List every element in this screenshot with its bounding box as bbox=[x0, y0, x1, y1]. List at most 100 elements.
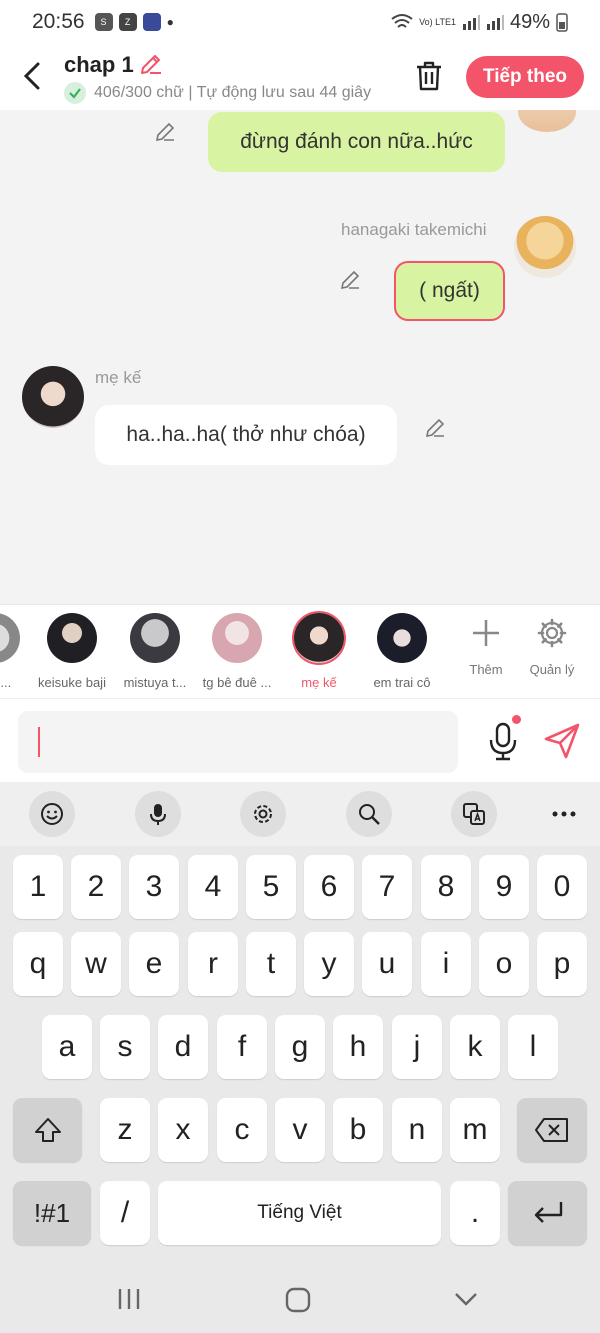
key-4[interactable]: 4 bbox=[188, 855, 238, 919]
recent-apps-icon[interactable] bbox=[116, 1287, 142, 1311]
microphone-icon[interactable] bbox=[486, 721, 520, 761]
speaker-name: mẹ kế bbox=[95, 368, 142, 387]
character-avatar bbox=[377, 613, 427, 663]
send-icon[interactable] bbox=[542, 721, 582, 761]
key-0[interactable]: 0 bbox=[537, 855, 587, 919]
key-period[interactable]: . bbox=[450, 1181, 500, 1245]
key-b[interactable]: b bbox=[333, 1098, 383, 1162]
add-label: Thêm bbox=[469, 662, 503, 677]
key-5[interactable]: 5 bbox=[246, 855, 296, 919]
key-2[interactable]: 2 bbox=[71, 855, 121, 919]
key-8[interactable]: 8 bbox=[421, 855, 471, 919]
key-e[interactable]: e bbox=[129, 932, 179, 996]
keyboard: 1 2 3 4 5 6 7 8 9 0 q w e r t y u i o p … bbox=[0, 782, 600, 1333]
key-i[interactable]: i bbox=[421, 932, 471, 996]
edit-message-icon[interactable] bbox=[153, 120, 177, 144]
key-t[interactable]: t bbox=[246, 932, 296, 996]
key-d[interactable]: d bbox=[158, 1015, 208, 1079]
gear-icon bbox=[537, 618, 567, 648]
message-input[interactable] bbox=[18, 711, 458, 773]
shift-key[interactable] bbox=[13, 1098, 82, 1162]
keyboard-settings-icon[interactable] bbox=[240, 791, 286, 837]
key-3[interactable]: 3 bbox=[129, 855, 179, 919]
search-icon[interactable] bbox=[346, 791, 392, 837]
key-u[interactable]: u bbox=[362, 932, 412, 996]
translate-icon[interactable] bbox=[451, 791, 497, 837]
message-bubble[interactable]: đừng đánh con nữa..hức bbox=[208, 112, 505, 172]
key-c[interactable]: c bbox=[217, 1098, 267, 1162]
character-selector: ...o ... keisuke baji mistuya t... tg bê… bbox=[0, 604, 600, 698]
enter-key[interactable] bbox=[508, 1181, 587, 1245]
key-6[interactable]: 6 bbox=[304, 855, 354, 919]
character-item[interactable]: em trai cô bbox=[362, 613, 442, 690]
emoji-icon[interactable] bbox=[29, 791, 75, 837]
character-name: mẹ kế bbox=[301, 675, 337, 690]
key-k[interactable]: k bbox=[450, 1015, 500, 1079]
trash-icon[interactable] bbox=[414, 60, 444, 92]
character-item-selected[interactable]: mẹ kế bbox=[279, 613, 359, 690]
manage-characters-button[interactable]: Quản lý bbox=[517, 617, 587, 677]
key-f[interactable]: f bbox=[217, 1015, 267, 1079]
key-7[interactable]: 7 bbox=[362, 855, 412, 919]
message-bubble[interactable]: ha..ha..ha( thở như chóa) bbox=[95, 405, 397, 465]
key-h[interactable]: h bbox=[333, 1015, 383, 1079]
key-o[interactable]: o bbox=[479, 932, 529, 996]
character-avatar bbox=[294, 613, 344, 663]
key-z[interactable]: z bbox=[100, 1098, 150, 1162]
home-icon[interactable] bbox=[284, 1286, 312, 1314]
chevron-down-icon[interactable] bbox=[453, 1290, 479, 1308]
more-options-icon[interactable] bbox=[541, 791, 587, 837]
key-q[interactable]: q bbox=[13, 932, 63, 996]
voice-input-icon[interactable] bbox=[135, 791, 181, 837]
key-9[interactable]: 9 bbox=[479, 855, 529, 919]
status-time: 20:56 bbox=[32, 10, 85, 33]
edit-message-icon[interactable] bbox=[338, 268, 362, 292]
next-button[interactable]: Tiếp theo bbox=[466, 56, 584, 98]
status-bar: 20:56 S Z ● Vo) LTE1 49% bbox=[0, 0, 600, 44]
key-g[interactable]: g bbox=[275, 1015, 325, 1079]
space-key[interactable]: Tiếng Việt bbox=[158, 1181, 441, 1245]
network-label: Vo) LTE1 bbox=[419, 16, 456, 27]
key-p[interactable]: p bbox=[537, 932, 587, 996]
battery-percent: 49% bbox=[509, 10, 550, 33]
backspace-icon bbox=[535, 1118, 568, 1142]
key-m[interactable]: m bbox=[450, 1098, 500, 1162]
key-1[interactable]: 1 bbox=[13, 855, 63, 919]
key-s[interactable]: s bbox=[100, 1015, 150, 1079]
key-w[interactable]: w bbox=[71, 932, 121, 996]
avatar-hanagaki bbox=[514, 216, 576, 278]
add-character-button[interactable]: Thêm bbox=[451, 617, 521, 677]
backspace-key[interactable] bbox=[517, 1098, 587, 1162]
symbols-key[interactable]: !#1 bbox=[13, 1181, 91, 1245]
character-avatar bbox=[0, 613, 20, 663]
back-arrow-icon[interactable] bbox=[18, 58, 48, 94]
character-name: keisuke baji bbox=[38, 675, 106, 690]
chapter-title[interactable]: chap 1 bbox=[64, 52, 134, 78]
word-count-autosave: 406/300 chữ | Tự động lưu sau 44 giây bbox=[94, 84, 372, 101]
character-avatar bbox=[212, 613, 262, 663]
key-v[interactable]: v bbox=[275, 1098, 325, 1162]
key-x[interactable]: x bbox=[158, 1098, 208, 1162]
message-bubble-selected[interactable]: ( ngất) bbox=[394, 261, 505, 321]
edit-title-icon[interactable] bbox=[138, 51, 164, 77]
signal-icon bbox=[462, 15, 480, 30]
character-item[interactable]: mistuya t... bbox=[115, 613, 195, 690]
character-avatar bbox=[47, 613, 97, 663]
character-name: ...o ... bbox=[0, 675, 12, 690]
character-item[interactable]: keisuke baji bbox=[32, 613, 112, 690]
avatar-me-ke bbox=[22, 366, 84, 428]
key-y[interactable]: y bbox=[304, 932, 354, 996]
shift-icon bbox=[34, 1118, 61, 1142]
key-a[interactable]: a bbox=[42, 1015, 92, 1079]
key-l[interactable]: l bbox=[508, 1015, 558, 1079]
enter-icon bbox=[534, 1202, 562, 1223]
key-slash[interactable]: / bbox=[100, 1181, 150, 1245]
key-r[interactable]: r bbox=[188, 932, 238, 996]
battery-icon bbox=[556, 13, 568, 32]
character-item[interactable]: ...o ... bbox=[0, 613, 35, 690]
edit-message-icon[interactable] bbox=[423, 416, 447, 440]
character-name: tg bê đuê ... bbox=[202, 675, 272, 690]
character-item[interactable]: tg bê đuê ... bbox=[197, 613, 277, 690]
key-j[interactable]: j bbox=[392, 1015, 442, 1079]
key-n[interactable]: n bbox=[392, 1098, 442, 1162]
